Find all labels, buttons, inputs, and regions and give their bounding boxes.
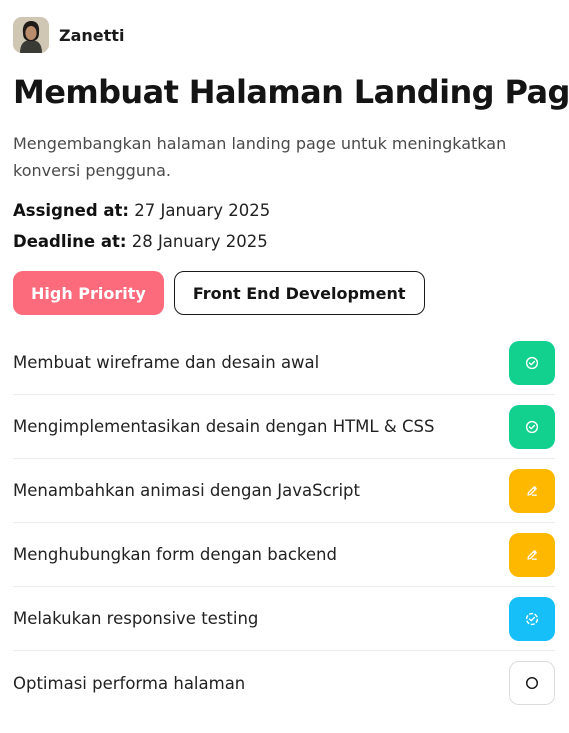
- status-in-progress-button[interactable]: [509, 468, 555, 513]
- list-item: Melakukan responsive testing: [13, 587, 555, 651]
- author: Zanetti: [13, 17, 555, 53]
- list-item: Menambahkan animasi dengan JavaScript: [13, 459, 555, 523]
- check-circle-icon: [525, 420, 539, 433]
- list-item: Membuat wireframe dan desain awal: [13, 331, 555, 395]
- pencil-icon: [527, 549, 537, 560]
- subtask-label: Menambahkan animasi dengan JavaScript: [13, 481, 360, 500]
- subtask-label: Optimasi performa halaman: [13, 673, 246, 693]
- deadline-value: 28 January 2025: [131, 232, 268, 251]
- task-card: Zanetti Membuat Halaman Landing Page Men…: [13, 17, 569, 715]
- pencil-icon: [527, 485, 537, 496]
- circle-icon: [525, 676, 539, 690]
- subtask-label: Melakukan responsive testing: [13, 609, 259, 628]
- check-circle-icon: [525, 356, 539, 369]
- deadline-label: Deadline at:: [13, 232, 127, 251]
- assigned-label: Assigned at:: [13, 201, 129, 220]
- subtask-label: Mengimplementasikan desain dengan HTML &…: [13, 417, 435, 436]
- author-name: Zanetti: [59, 25, 125, 45]
- status-done-button[interactable]: [509, 404, 555, 449]
- assigned-date: Assigned at: 27 January 2025: [13, 201, 555, 220]
- subtask-label: Menghubungkan form dengan backend: [13, 545, 337, 564]
- status-done-button[interactable]: [509, 340, 555, 385]
- subtask-list: Membuat wireframe dan desain awal Mengim…: [13, 331, 555, 715]
- task-description: Mengembangkan halaman landing page untuk…: [13, 134, 507, 180]
- subtask-label: Membuat wireframe dan desain awal: [13, 353, 320, 372]
- page-title: Membuat Halaman Landing Page: [13, 73, 569, 111]
- tag-list: High Priority Front End Development: [13, 271, 555, 315]
- list-item: Menghubungkan form dengan backend: [13, 523, 555, 587]
- status-todo-button[interactable]: [509, 661, 555, 705]
- deadline-date: Deadline at: 28 January 2025: [13, 232, 555, 251]
- priority-badge[interactable]: High Priority: [13, 271, 164, 315]
- avatar[interactable]: [13, 17, 49, 53]
- list-item: Optimasi performa halaman: [13, 651, 555, 715]
- assigned-value: 27 January 2025: [134, 201, 271, 220]
- category-badge[interactable]: Front End Development: [173, 271, 425, 315]
- list-item: Mengimplementasikan desain dengan HTML &…: [13, 395, 555, 459]
- status-in-progress-button[interactable]: [509, 532, 555, 577]
- check-dashed-circle-icon: [525, 612, 539, 625]
- status-review-button[interactable]: [509, 596, 555, 641]
